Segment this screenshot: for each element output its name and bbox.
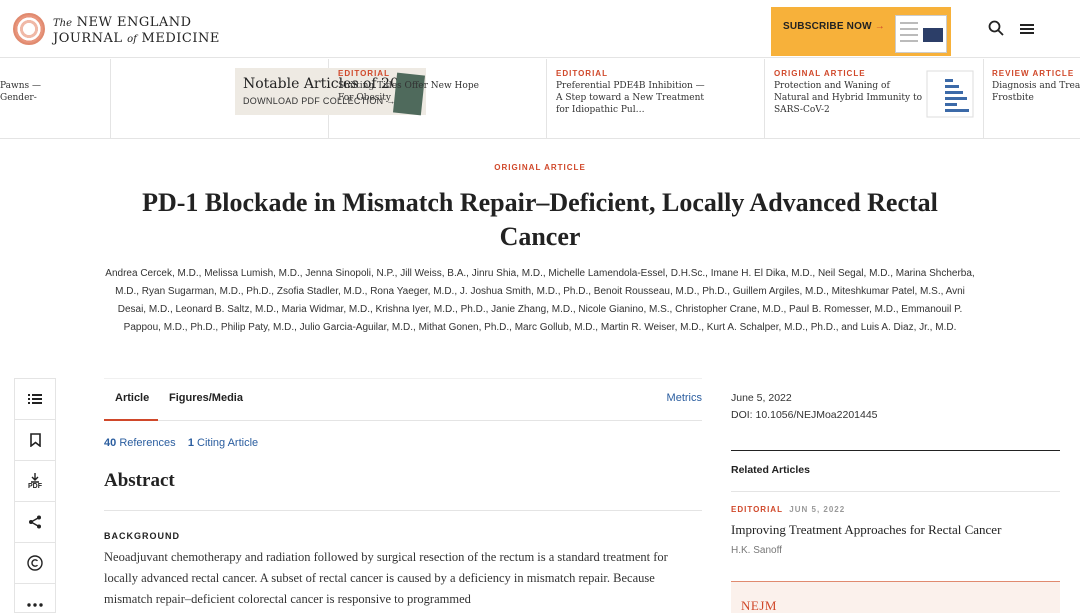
subscribe-label: SUBSCRIBE NOW → bbox=[783, 21, 885, 32]
strip-partial-line: Gender- bbox=[0, 93, 37, 103]
logo-line2-a: JOURNAL bbox=[53, 31, 123, 46]
divider bbox=[731, 450, 1060, 451]
related-article-author: H.K. Sanoff bbox=[731, 545, 782, 556]
active-tab-indicator bbox=[104, 419, 158, 421]
permissions-button[interactable] bbox=[15, 543, 55, 584]
subscribe-banner[interactable]: SUBSCRIBE NOW → bbox=[771, 7, 951, 56]
article-type-label: ORIGINAL ARTICLE bbox=[494, 163, 586, 172]
strip-item-tag: REVIEW ARTICLE bbox=[992, 69, 1075, 78]
more-icon bbox=[27, 602, 43, 607]
nejm-promo-box[interactable]: NEJM bbox=[731, 581, 1060, 613]
pdf-download-icon bbox=[31, 472, 39, 483]
bookmark-button[interactable] bbox=[15, 420, 55, 461]
strip-item[interactable]: REVIEW ARTICLE Diagnosis and Treatm… Fro… bbox=[984, 59, 1080, 139]
bookmark-icon bbox=[29, 433, 41, 447]
share-icon bbox=[29, 515, 41, 529]
site-header: The NEW ENGLAND JOURNAL of MEDICINE SUBS… bbox=[0, 0, 1080, 58]
strip-item-tag: ORIGINAL ARTICLE bbox=[774, 69, 866, 78]
strip-item-partial[interactable]: Pawns — Gender- bbox=[0, 59, 111, 139]
publication-date: June 5, 2022 bbox=[731, 392, 792, 404]
article-title: PD-1 Blockade in Mismatch Repair–Deficie… bbox=[142, 188, 938, 251]
logo-line2-of: of bbox=[127, 34, 137, 45]
related-articles-heading: Related Articles bbox=[731, 464, 810, 476]
site-logo[interactable]: The NEW ENGLAND JOURNAL of MEDICINE bbox=[53, 15, 220, 47]
doi-text: DOI: 10.1056/NEJMoa2201445 bbox=[731, 409, 878, 421]
abstract-heading: Abstract bbox=[104, 470, 175, 491]
tab-figures-media[interactable]: Figures/Media bbox=[169, 392, 243, 404]
subscribe-text: SUBSCRIBE NOW bbox=[783, 21, 872, 32]
author-list: Andrea Cercek, M.D., Melissa Lumish, M.D… bbox=[105, 268, 975, 333]
outline-button[interactable] bbox=[15, 379, 55, 420]
share-button[interactable] bbox=[15, 502, 55, 543]
strip-item-title: Protection and Waning of Natural and Hyb… bbox=[774, 81, 923, 115]
citing-label: Citing Article bbox=[197, 437, 259, 449]
notable-articles-cell: Notable Articles of 2021 DOWNLOAD PDF CO… bbox=[111, 59, 426, 139]
article-tools-rail: PDF bbox=[14, 378, 56, 613]
strip-item[interactable]: EDITORIAL Shifting Tides Offer New Hope … bbox=[329, 59, 547, 139]
more-options-button[interactable] bbox=[15, 584, 55, 613]
strip-partial-line: Pawns — bbox=[0, 81, 41, 91]
search-icon[interactable] bbox=[988, 20, 1004, 36]
nejm-logo: NEJM bbox=[741, 598, 777, 613]
related-article-tag: EDITORIAL bbox=[731, 505, 783, 514]
strip-item-title: Preferential PDE4B Inhibition — A Step t… bbox=[556, 81, 705, 115]
article-tabs: Article Figures/Media Metrics bbox=[104, 378, 702, 421]
strip-item[interactable]: EDITORIAL Preferential PDE4B Inhibition … bbox=[547, 59, 765, 139]
related-article-meta: EDITORIAL JUN 5, 2022 bbox=[731, 505, 845, 514]
related-article-title[interactable]: Improving Treatment Approaches for Recta… bbox=[731, 522, 1001, 538]
featured-articles-strip: Pawns — Gender- Notable Articles of 2021… bbox=[0, 59, 1080, 139]
logo-line1: NEW ENGLAND bbox=[76, 15, 192, 30]
logo-prefix: The bbox=[53, 18, 73, 29]
references-bar: 40 References 1 Citing Article bbox=[104, 437, 258, 449]
references-link[interactable]: 40 References bbox=[104, 437, 176, 449]
nejm-seal-icon[interactable] bbox=[13, 13, 45, 45]
tab-article[interactable]: Article bbox=[115, 392, 149, 404]
references-label: References bbox=[119, 437, 176, 449]
list-icon bbox=[28, 394, 42, 404]
strip-item-tag: EDITORIAL bbox=[556, 69, 608, 78]
chart-thumbnail-icon bbox=[926, 70, 974, 118]
metrics-link[interactable]: Metrics bbox=[667, 392, 702, 404]
divider bbox=[731, 491, 1060, 492]
divider bbox=[104, 510, 702, 511]
background-paragraph: Neoadjuvant chemotherapy and radiation f… bbox=[104, 550, 668, 606]
related-article-date: JUN 5, 2022 bbox=[789, 505, 846, 514]
pdf-download-button[interactable]: PDF bbox=[15, 461, 55, 502]
citing-count: 1 bbox=[187, 437, 194, 449]
citing-articles-link[interactable]: 1 Citing Article bbox=[188, 437, 258, 449]
arrow-right-icon: → bbox=[874, 21, 885, 32]
strip-item-title: Diagnosis and Treatm… Frostbite bbox=[992, 81, 1080, 103]
logo-line2-b: MEDICINE bbox=[141, 31, 220, 46]
menu-icon[interactable] bbox=[1020, 22, 1036, 36]
reference-count: 40 bbox=[104, 437, 117, 449]
copyright-icon bbox=[27, 555, 43, 571]
strip-item-title: Shifting Tides Offer New Hope For Obesit… bbox=[338, 81, 479, 103]
background-section-label: BACKGROUND bbox=[104, 531, 180, 541]
subscription-devices-image bbox=[895, 15, 947, 53]
strip-item-tag: EDITORIAL bbox=[338, 69, 390, 78]
pdf-label: PDF bbox=[28, 482, 42, 490]
strip-item[interactable]: ORIGINAL ARTICLE Protection and Waning o… bbox=[765, 59, 984, 139]
